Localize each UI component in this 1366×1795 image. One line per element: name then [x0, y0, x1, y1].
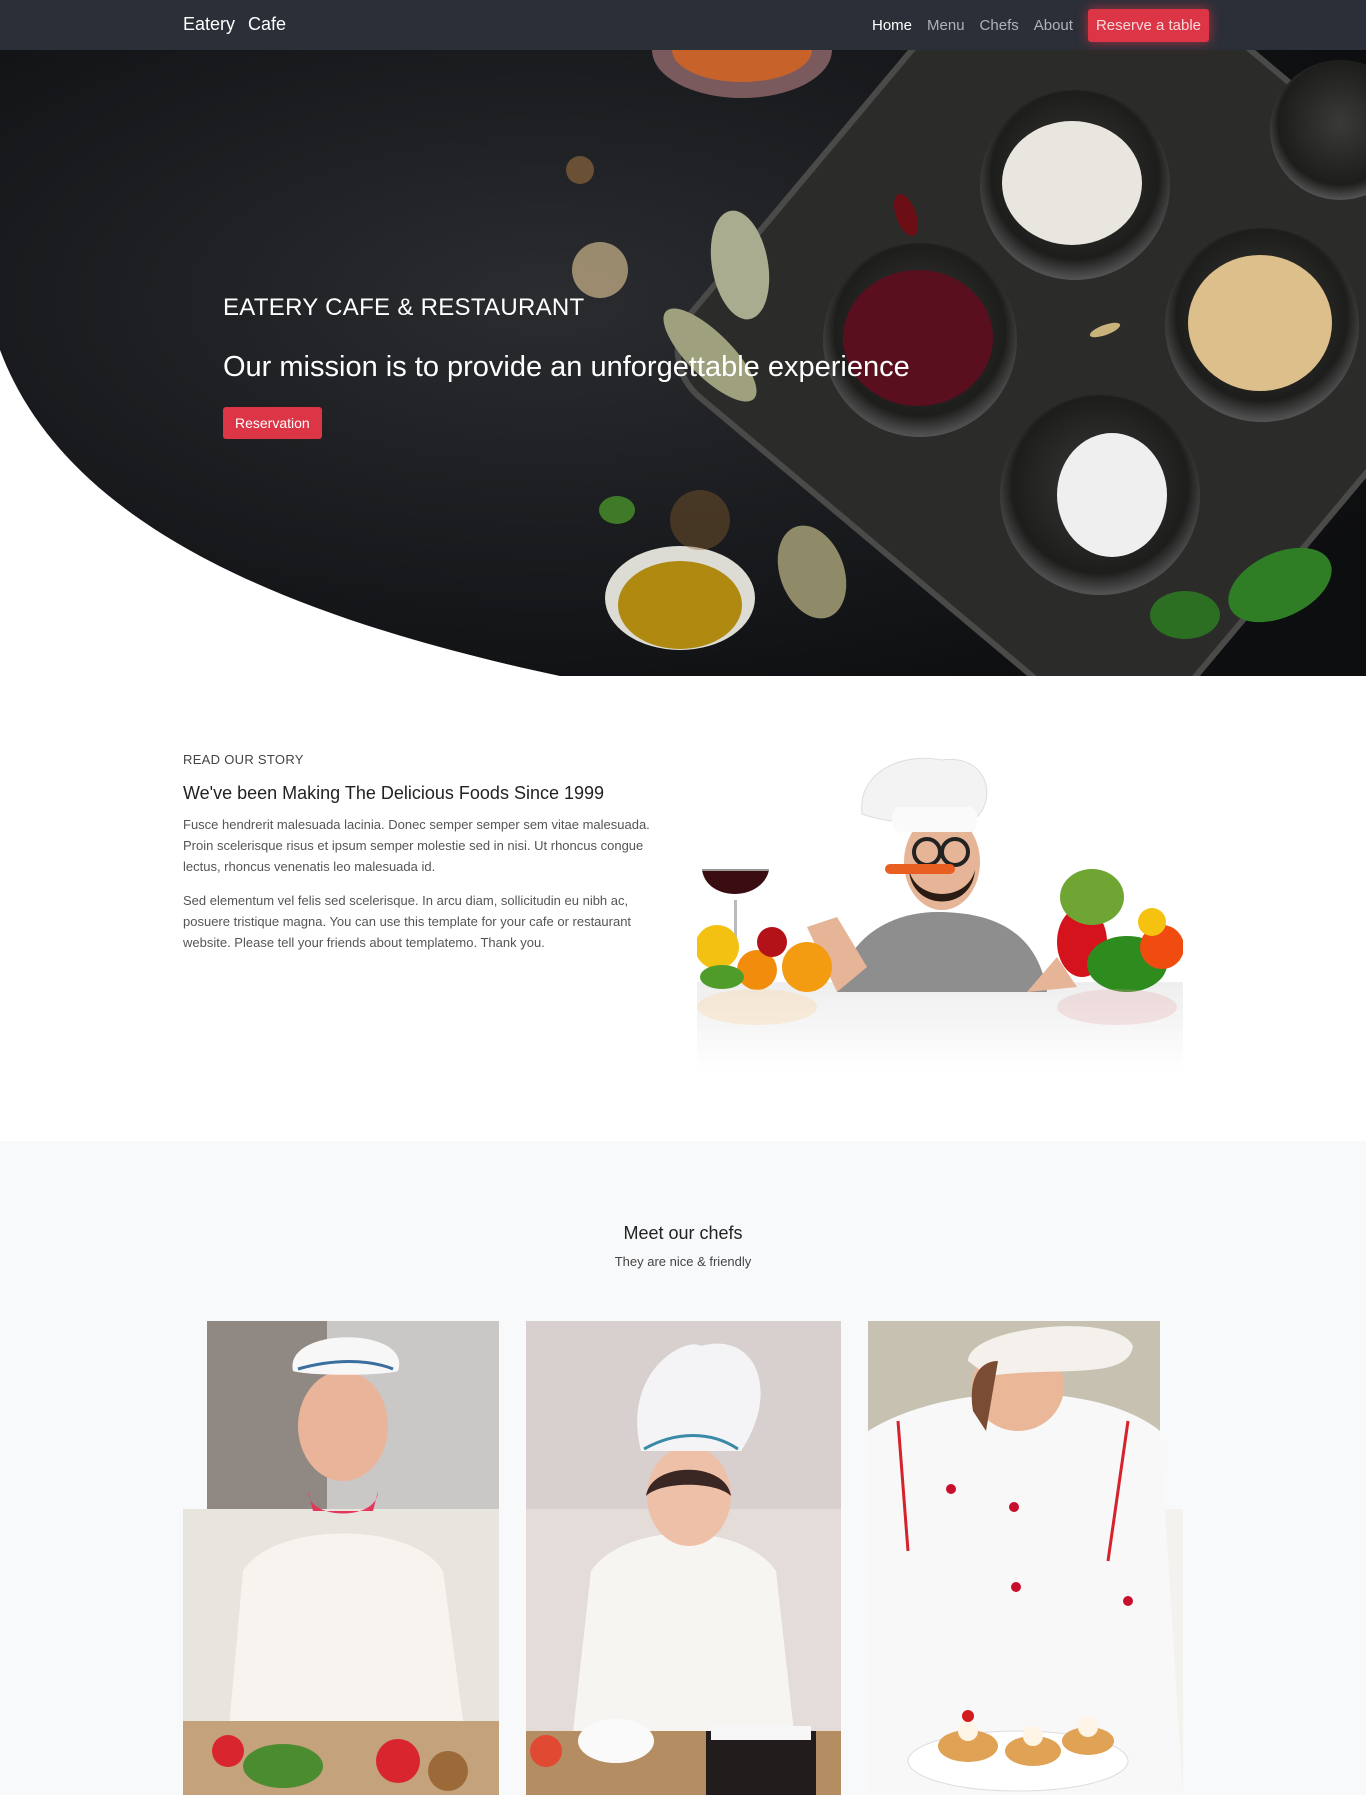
navbar: Eatery Cafe Home Menu Chefs About Reserv…: [0, 0, 1366, 50]
brand-logo[interactable]: Eatery Cafe: [183, 14, 294, 35]
chef-photo-1: [183, 1321, 499, 1795]
nav-links: Home Menu Chefs About Reserve a table: [872, 9, 1209, 42]
brand-part1: Eatery: [183, 14, 236, 34]
chefs-section: Meet our chefs They are nice & friendly: [0, 1141, 1366, 1795]
story-title: We've been Making The Delicious Foods Si…: [183, 783, 605, 803]
chef-photo-3: [868, 1321, 1183, 1795]
reservation-button[interactable]: Reservation: [223, 407, 322, 439]
nav-home-link[interactable]: Home: [872, 17, 912, 34]
story-kicker: READ OUR STORY: [183, 752, 304, 767]
story-paragraph-2: Sed elementum vel felis sed scelerisque.…: [183, 893, 632, 950]
nav-chefs-link[interactable]: Chefs: [980, 17, 1019, 34]
chef-photo-2: [526, 1321, 841, 1795]
hero-title: Our mission is to provide an unforgettab…: [223, 351, 910, 383]
story-paragraph-1: Fusce hendrerit malesuada lacinia. Donec…: [183, 817, 650, 874]
nav-menu-link[interactable]: Menu: [927, 17, 965, 34]
hero-section: EATERY CAFE & RESTAURANT Our mission is …: [0, 50, 1366, 676]
chefs-title: Meet our chefs: [623, 1223, 743, 1243]
hero-subtitle: EATERY CAFE & RESTAURANT: [223, 294, 585, 321]
nav-about-link[interactable]: About: [1034, 17, 1073, 34]
chef-with-vegetables-image: [697, 752, 1183, 1072]
reserve-table-button[interactable]: Reserve a table: [1087, 9, 1209, 42]
brand-part2: Cafe: [248, 14, 287, 34]
chefs-subtitle: They are nice & friendly: [614, 1254, 752, 1269]
